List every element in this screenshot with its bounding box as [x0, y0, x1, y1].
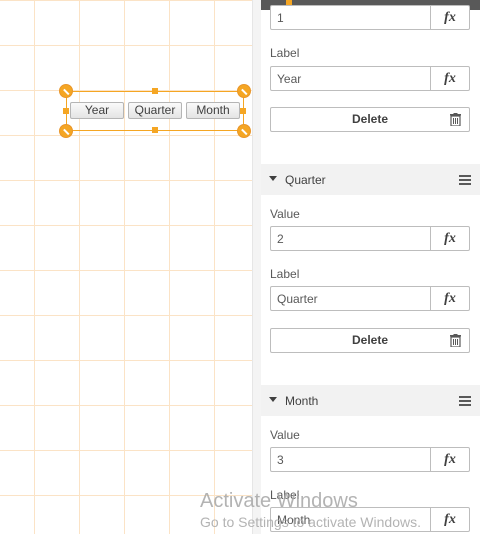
month-section-title: Month	[285, 394, 319, 408]
quarter-value-input[interactable]: 2 fx	[270, 226, 470, 251]
segment-button-year[interactable]: Year	[70, 102, 124, 119]
delete-label: Delete	[351, 112, 389, 126]
resize-handle-bottom-middle[interactable]	[152, 127, 158, 133]
resize-handle-top-right-icon[interactable]	[237, 84, 251, 98]
month-value-text: 3	[277, 453, 284, 467]
activate-windows-title: Activate Windows	[200, 490, 358, 512]
properties-panel: 1 fx Label Year fx Delete Quarter Value …	[261, 0, 480, 534]
fx-expression-button[interactable]: fx	[430, 508, 469, 531]
month-value-input[interactable]: 3 fx	[270, 447, 470, 472]
resize-handle-right-middle[interactable]	[240, 108, 246, 114]
quarter-value-text: 2	[277, 232, 284, 246]
fx-expression-button[interactable]: fx	[430, 67, 469, 90]
collapse-caret-icon[interactable]	[269, 176, 277, 181]
activate-windows-subtitle: Go to Settings to activate Windows.	[200, 514, 421, 530]
quarter-label-input[interactable]: Quarter fx	[270, 286, 470, 311]
year-value-input[interactable]: 1 fx	[270, 5, 470, 30]
resize-handle-top-left-icon[interactable]	[59, 84, 73, 98]
trash-icon	[450, 113, 461, 126]
design-canvas[interactable]	[0, 0, 252, 534]
segment-button-quarter[interactable]: Quarter	[128, 102, 182, 119]
resize-handle-bottom-right-icon[interactable]	[237, 124, 251, 138]
fx-expression-button[interactable]: fx	[430, 287, 469, 310]
resize-handle-bottom-left-icon[interactable]	[59, 124, 73, 138]
quarter-label-text: Quarter	[277, 292, 318, 306]
year-label-input[interactable]: Year fx	[270, 66, 470, 91]
segment-button-month[interactable]: Month	[186, 102, 240, 119]
month-section-header[interactable]: Month	[261, 385, 480, 416]
month-value-caption: Value	[270, 428, 300, 442]
year-label-text: Year	[277, 72, 302, 86]
resize-handle-top-middle[interactable]	[152, 88, 158, 94]
year-label-caption: Label	[270, 46, 300, 60]
quarter-section-title: Quarter	[285, 173, 326, 187]
year-value-text: 1	[277, 11, 284, 25]
trash-icon	[450, 334, 461, 347]
quarter-delete-button[interactable]: Delete	[270, 328, 470, 353]
quarter-label-caption: Label	[270, 267, 300, 281]
drag-handle-icon[interactable]	[459, 396, 471, 406]
panel-scroll-gutter[interactable]	[253, 0, 261, 534]
quarter-value-caption: Value	[270, 207, 300, 221]
fx-expression-button[interactable]: fx	[430, 227, 469, 250]
selected-button-group-widget[interactable]: Year Quarter Month	[59, 84, 251, 138]
quarter-section-header[interactable]: Quarter	[261, 164, 480, 195]
fx-expression-button[interactable]: fx	[430, 448, 469, 471]
resize-handle-left-middle[interactable]	[63, 108, 69, 114]
delete-label: Delete	[351, 333, 389, 347]
drag-handle-icon[interactable]	[459, 175, 471, 185]
fx-expression-button[interactable]: fx	[430, 6, 469, 29]
year-delete-button[interactable]: Delete	[270, 107, 470, 132]
segmented-button-group: Year Quarter Month	[70, 102, 240, 119]
collapse-caret-icon[interactable]	[269, 397, 277, 402]
